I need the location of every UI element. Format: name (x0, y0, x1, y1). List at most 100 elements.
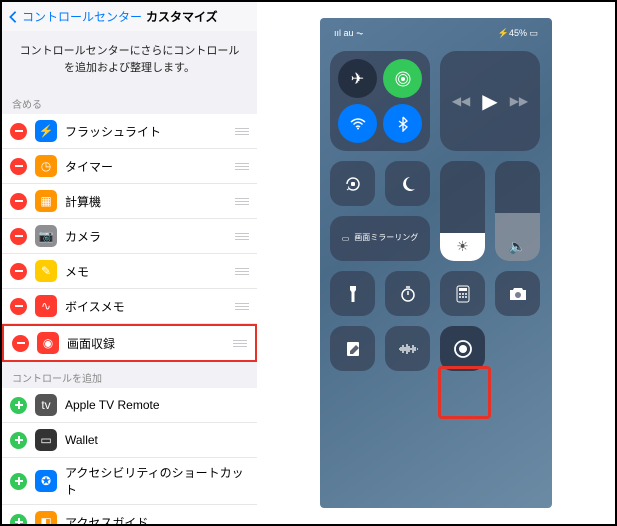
speaker-icon: 🔈 (509, 238, 526, 255)
drag-handle[interactable] (235, 233, 249, 240)
camera-icon: 📷 (35, 225, 57, 247)
section-more: コントロールを追加 (2, 362, 257, 388)
preview-pane: ııl au ⏦ ⚡45% ▭ ✈ ◀◀ ▶ ▶▶ ▭ 画面ミラーリング (257, 2, 615, 524)
row-accessibility[interactable]: ✪ アクセシビリティのショートカット (2, 458, 257, 505)
remove-button[interactable] (10, 123, 27, 140)
wifi-toggle[interactable] (338, 104, 377, 143)
drag-handle[interactable] (235, 128, 249, 135)
row-flashlight[interactable]: ⚡ フラッシュライト (2, 114, 257, 149)
remove-button[interactable] (10, 263, 27, 280)
remove-button[interactable] (12, 335, 29, 352)
do-not-disturb[interactable] (385, 161, 430, 206)
play-icon[interactable]: ▶ (482, 89, 497, 114)
row-calculator[interactable]: ▦ 計算機 (2, 184, 257, 219)
row-label: アクセシビリティのショートカット (65, 464, 249, 498)
lock-rotation-icon (343, 174, 363, 194)
calculator-icon (455, 285, 471, 303)
moon-icon (400, 176, 416, 192)
drag-handle[interactable] (235, 198, 249, 205)
row-notes[interactable]: ✎ メモ (2, 254, 257, 289)
bluetooth-icon (398, 116, 408, 132)
battery-status: ⚡45% ▭ (498, 28, 538, 39)
waveform-icon (397, 342, 419, 356)
wallet-icon: ▭ (35, 429, 57, 451)
flashlight-icon: ⚡ (35, 120, 57, 142)
row-voice-memo[interactable]: ∿ ボイスメモ (2, 289, 257, 324)
voice-memo-icon: ∿ (35, 295, 57, 317)
control-center: ✈ ◀◀ ▶ ▶▶ ▭ 画面ミラーリング ☀ (328, 41, 544, 381)
page-title: カスタマイズ (146, 8, 218, 25)
notes-icon: ✎ (35, 260, 57, 282)
flashlight-control[interactable] (330, 271, 375, 316)
remove-button[interactable] (10, 193, 27, 210)
timer-icon (399, 285, 417, 303)
row-apple-tv[interactable]: tv Apple TV Remote (2, 388, 257, 423)
remove-button[interactable] (10, 228, 27, 245)
row-label: フラッシュライト (65, 123, 227, 140)
camera-icon (508, 286, 528, 302)
remove-button[interactable] (10, 158, 27, 175)
row-screen-record[interactable]: ◉画面収録 (2, 324, 257, 362)
drag-handle[interactable] (233, 340, 247, 347)
media-pod[interactable]: ◀◀ ▶ ▶▶ (440, 51, 540, 151)
remove-button[interactable] (10, 298, 27, 315)
sun-icon: ☀ (456, 238, 469, 255)
included-list: ⚡ フラッシュライト ◷タイマー ▦ 計算機 📷 カメラ ✎ メモ ∿ ボイスメモ ◉画面収録 (2, 114, 257, 362)
apple-tv-icon: tv (35, 394, 57, 416)
bluetooth-toggle[interactable] (383, 104, 422, 143)
accessibility-icon: ✪ (35, 470, 57, 492)
screen-mirroring[interactable]: ▭ 画面ミラーリング (330, 216, 430, 261)
row-label: タイマー (65, 158, 227, 175)
row-label: メモ (65, 263, 227, 280)
section-include: 含める (2, 88, 257, 114)
add-button[interactable] (10, 432, 27, 449)
screen-record-control[interactable] (440, 326, 485, 371)
airplay-icon: ▭ (342, 234, 350, 243)
connectivity-pod[interactable]: ✈ (330, 51, 430, 151)
row-label: Wallet (65, 433, 249, 447)
back-label: コントロールセンター (22, 8, 142, 25)
record-icon (453, 339, 473, 359)
row-label: 画面収録 (67, 335, 225, 352)
voice-memo-control[interactable] (385, 326, 430, 371)
row-label: カメラ (65, 228, 227, 245)
calculator-icon: ▦ (35, 190, 57, 212)
settings-pane: コントロールセンター カスタマイズ コントロールセンターにさらにコントロールを追… (2, 2, 257, 524)
row-label: Apple TV Remote (65, 398, 249, 412)
row-timer[interactable]: ◷タイマー (2, 149, 257, 184)
brightness-slider[interactable]: ☀ (440, 161, 485, 261)
notes-control[interactable] (330, 326, 375, 371)
airplane-toggle[interactable]: ✈ (338, 59, 377, 98)
row-label: ボイスメモ (65, 298, 227, 315)
chevron-left-icon (6, 10, 20, 24)
more-list: tv Apple TV Remote ▭ Wallet ✪ アクセシビリティのショートカッ… (2, 388, 257, 524)
mirror-label: 画面ミラーリング (354, 234, 418, 243)
orientation-lock[interactable] (330, 161, 375, 206)
nav-bar: コントロールセンター カスタマイズ (2, 2, 257, 31)
camera-control[interactable] (495, 271, 540, 316)
calculator-control[interactable] (440, 271, 485, 316)
back-button[interactable]: コントロールセンター (6, 8, 142, 25)
guided-access-icon: ◧ (35, 511, 57, 524)
add-button[interactable] (10, 514, 27, 525)
prev-track-icon[interactable]: ◀◀ (452, 94, 470, 108)
timer-control[interactable] (385, 271, 430, 316)
drag-handle[interactable] (235, 303, 249, 310)
antenna-icon (395, 71, 411, 87)
row-camera[interactable]: 📷 カメラ (2, 219, 257, 254)
drag-handle[interactable] (235, 268, 249, 275)
drag-handle[interactable] (235, 163, 249, 170)
next-track-icon[interactable]: ▶▶ (510, 94, 528, 108)
cellular-toggle[interactable] (383, 59, 422, 98)
volume-slider[interactable]: 🔈 (495, 161, 540, 261)
row-wallet[interactable]: ▭ Wallet (2, 423, 257, 458)
signal-carrier: ııl au ⏦ (334, 28, 363, 39)
description: コントロールセンターにさらにコントロールを追加および整理します。 (2, 31, 257, 88)
notes-icon (345, 340, 361, 358)
row-label: 計算機 (65, 193, 227, 210)
add-button[interactable] (10, 473, 27, 490)
flashlight-icon (348, 284, 358, 304)
add-button[interactable] (10, 397, 27, 414)
highlight-box (438, 366, 491, 419)
row-guided-access[interactable]: ◧アクセスガイド (2, 505, 257, 524)
